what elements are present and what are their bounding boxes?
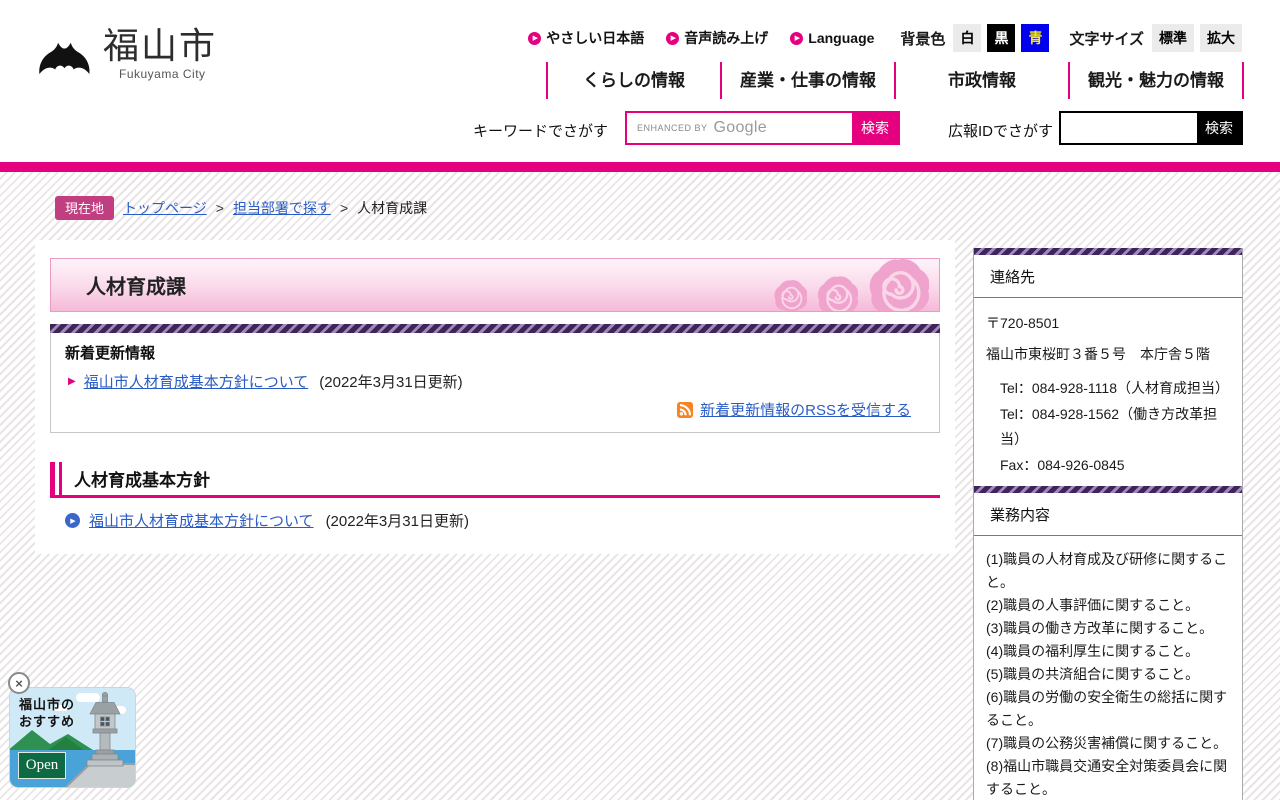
heading-accent-bar	[59, 462, 62, 495]
breadcrumb-section-link[interactable]: 担当部署で探す	[233, 198, 331, 218]
arrow-circle-icon: ▶	[528, 31, 542, 45]
recommendation-widget[interactable]: 福山市の おすすめ Open	[10, 688, 135, 787]
breadcrumb: 現在地 トップページ > 担当部署で探す > 人材育成課	[55, 196, 427, 220]
text-to-speech-link[interactable]: ▶ 音声読み上げ	[666, 28, 768, 48]
keyword-search-input[interactable]	[627, 113, 852, 143]
duty-item: (1)職員の人材育成及び研修に関すること。	[986, 551, 1228, 590]
widget-caption-line1: 福山市の	[19, 697, 76, 712]
main-content-panel: 人材育成課 新着更新情報 ▶ 福山市人材育成基本方針について (2022年3月3…	[35, 240, 955, 554]
duties-box: 業務内容 (1)職員の人材育成及び研修に関すること。 (2)職員の人事評価に関す…	[973, 486, 1243, 800]
page: 福山市 Fukuyama City ▶ やさしい日本語 ▶ 音声読み上げ ▶ L…	[0, 0, 1280, 800]
keyword-search-box: ENHANCED BY Google 検索	[625, 111, 900, 145]
widget-caption-line2: おすすめ	[19, 713, 76, 729]
koho-id-search-label: 広報IDでさがす	[948, 123, 1054, 140]
news-updates-box: 新着更新情報 ▶ 福山市人材育成基本方針について (2022年3月31日更新) …	[50, 333, 940, 433]
policy-section-heading: 人材育成基本方針	[50, 462, 940, 498]
font-size-label: 文字サイズ	[1069, 30, 1144, 48]
duties-heading: 業務内容	[974, 493, 1242, 536]
bg-black-button[interactable]: 黒	[987, 24, 1016, 52]
news-list-item: ▶ 福山市人材育成基本方針について (2022年3月31日更新)	[68, 371, 463, 392]
keyword-search-button[interactable]: 検索	[852, 113, 898, 143]
news-heading: 新着更新情報	[65, 345, 156, 362]
arrow-circle-icon: ▶	[666, 31, 680, 45]
duty-item: (8)福山市職員交通安全対策委員会に関すること。	[986, 757, 1228, 797]
rss-row: 新着更新情報のRSSを受信する	[677, 399, 911, 420]
contact-box: 連絡先 〒720-8501 福山市東桜町３番５号 本庁舎５階 Tel：084-9…	[973, 248, 1243, 497]
policy-list-item: ▶ 福山市人材育成基本方針について (2022年3月31日更新)	[65, 510, 469, 531]
rss-subscribe-link[interactable]: 新着更新情報のRSSを受信する	[700, 399, 911, 420]
arrow-circle-bullet-icon: ▶	[65, 513, 80, 528]
fax-line: Fax：084-926-0845	[1000, 457, 1125, 474]
keyword-search-label: キーワードでさがす	[473, 123, 609, 140]
cloud-icon	[76, 693, 100, 702]
purple-striped-divider	[974, 248, 1242, 255]
tel-line: Tel：084-928-1118（人材育成担当）	[1000, 379, 1230, 396]
contact-heading: 連絡先	[974, 255, 1242, 298]
site-header: 福山市 Fukuyama City ▶ やさしい日本語 ▶ 音声読み上げ ▶ L…	[0, 0, 1280, 162]
duty-item: (2)職員の人事評価に関すること。	[986, 596, 1200, 613]
easy-japanese-label: やさしい日本語	[546, 30, 645, 46]
postal-code: 〒720-8501	[986, 315, 1060, 331]
bat-city-emblem-icon	[39, 42, 90, 75]
utility-bar: ▶ やさしい日本語 ▶ 音声読み上げ ▶ Language 背景色 白 黒 青 …	[528, 24, 1242, 52]
duty-item: (5)職員の共済組合に関すること。	[986, 665, 1200, 682]
koho-id-search-box: 検索	[1059, 111, 1243, 145]
duty-item: (7)職員の公務災害補償に関すること。	[986, 734, 1228, 751]
easy-japanese-link[interactable]: ▶ やさしい日本語	[528, 28, 644, 48]
main-navigation: くらしの情報 産業・仕事の情報 市政情報 観光・魅力の情報	[546, 62, 1244, 99]
breadcrumb-home-link[interactable]: トップページ	[123, 198, 207, 218]
news-item-date: (2022年3月31日更新)	[319, 374, 463, 391]
duty-item: (6)職員の労働の安全衛生の総括に関すること。	[986, 688, 1228, 728]
accent-bar	[0, 162, 1280, 172]
site-logo-link[interactable]: 福山市 Fukuyama City	[36, 26, 217, 82]
duty-item: (4)職員の福利厚生に関すること。	[986, 642, 1200, 659]
purple-striped-divider	[50, 324, 940, 333]
language-label: Language	[808, 30, 875, 46]
site-subtitle: Fukuyama City	[119, 66, 206, 81]
arrow-circle-icon: ▶	[790, 31, 804, 45]
duties-body: (1)職員の人材育成及び研修に関すること。 (2)職員の人事評価に関すること。 …	[974, 536, 1242, 800]
widget-close-button[interactable]: ×	[8, 672, 30, 694]
nav-item-living[interactable]: くらしの情報	[548, 62, 720, 99]
breadcrumb-separator: >	[215, 200, 224, 216]
breadcrumb-current: 人材育成課	[357, 200, 428, 216]
bg-white-button[interactable]: 白	[953, 24, 982, 52]
contact-body: 〒720-8501 福山市東桜町３番５号 本庁舎５階 Tel：084-928-1…	[974, 298, 1242, 495]
purple-striped-divider	[974, 486, 1242, 493]
breadcrumb-separator: >	[339, 200, 349, 216]
koho-id-search-input[interactable]	[1061, 113, 1197, 143]
triangle-bullet-icon: ▶	[68, 376, 76, 387]
policy-item-link[interactable]: 福山市人材育成基本方針について	[89, 510, 314, 531]
widget-open-button[interactable]: Open	[18, 752, 66, 779]
rose-decoration-icon	[773, 259, 929, 311]
language-link[interactable]: ▶ Language	[790, 30, 874, 46]
duty-item: (3)職員の働き方改革に関すること。	[986, 619, 1214, 636]
nav-divider	[1242, 62, 1244, 99]
policy-heading-text: 人材育成基本方針	[74, 471, 210, 490]
policy-item-date: (2022年3月31日更新)	[325, 513, 469, 530]
text-to-speech-label: 音声読み上げ	[684, 30, 769, 46]
site-title: 福山市	[103, 25, 218, 66]
nav-item-city-government[interactable]: 市政情報	[896, 62, 1068, 99]
nav-item-industry[interactable]: 産業・仕事の情報	[722, 62, 894, 99]
bg-blue-button[interactable]: 青	[1021, 24, 1050, 52]
rss-icon	[677, 401, 694, 418]
heading-accent-bar	[50, 462, 55, 495]
news-item-link[interactable]: 福山市人材育成基本方針について	[84, 371, 309, 392]
koho-id-search-button[interactable]: 検索	[1197, 113, 1241, 143]
page-title: 人材育成課	[86, 276, 186, 299]
page-title-banner: 人材育成課	[50, 258, 940, 312]
fontsize-standard-button[interactable]: 標準	[1152, 24, 1194, 52]
widget-caption: 福山市の おすすめ	[19, 697, 75, 731]
tel-line: Tel：084-928-1562（働き方改革担当）	[1000, 405, 1218, 448]
background-color-label: 背景色	[900, 30, 946, 48]
nav-item-tourism[interactable]: 観光・魅力の情報	[1070, 62, 1242, 99]
address: 福山市東桜町３番５号 本庁舎５階	[986, 346, 1210, 362]
fontsize-enlarge-button[interactable]: 拡大	[1200, 24, 1242, 52]
current-location-badge: 現在地	[55, 196, 115, 220]
